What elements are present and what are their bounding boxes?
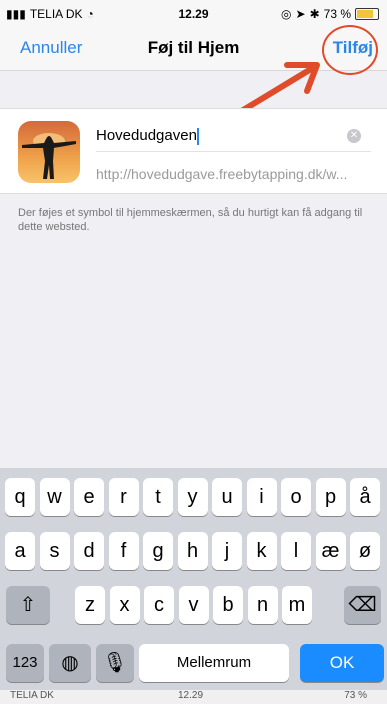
text-caret	[196, 127, 199, 145]
battery-fill	[357, 10, 374, 18]
key-m[interactable]: m	[282, 586, 312, 624]
key-j[interactable]: j	[212, 532, 242, 570]
info-text: Der føjes et symbol til hjemmeskærmen, s…	[18, 207, 363, 233]
key-a[interactable]: a	[5, 532, 35, 570]
title-input[interactable]: Hovedudgaven ✕	[96, 119, 371, 152]
key-b[interactable]: b	[213, 586, 243, 624]
globe-key[interactable]: ◍	[49, 644, 91, 682]
ok-key[interactable]: OK	[300, 644, 384, 682]
bottom-time: 12.29	[178, 690, 204, 701]
title-input-value: Hovedudgaven	[96, 127, 199, 145]
key-z[interactable]: z	[75, 586, 105, 624]
annotation-circle	[322, 25, 378, 75]
status-bar: ▮▮▮ TELIA DK ◔ 12.29 ◎ ➤ ✱ 73 %	[0, 0, 387, 28]
key-ø[interactable]: ø	[350, 532, 380, 570]
key-l[interactable]: l	[281, 532, 311, 570]
shift-key[interactable]: ⇧	[6, 586, 50, 624]
key-c[interactable]: c	[144, 586, 174, 624]
silhouette-image	[22, 133, 76, 179]
website-icon	[18, 121, 80, 183]
microphone-key[interactable]: 🎙	[96, 644, 134, 682]
space-key[interactable]: Mellemrum	[139, 644, 289, 682]
key-d[interactable]: d	[74, 532, 104, 570]
battery-percent: 73 %	[323, 7, 351, 21]
key-e[interactable]: e	[74, 478, 104, 516]
title-input-text: Hovedudgaven	[96, 127, 197, 144]
bookmark-card: Hovedudgaven ✕ http://hovedudgave.freeby…	[0, 108, 387, 194]
key-h[interactable]: h	[177, 532, 208, 570]
key-i[interactable]: i	[246, 478, 277, 516]
keyboard: ⇧ ⌫ 123 ◍ 🎙 Mellemrum OK qwertyuiopå asdf…	[0, 468, 387, 690]
clear-icon[interactable]: ✕	[347, 129, 361, 143]
alarm-icon: ◎	[281, 7, 292, 21]
bottom-carrier: TELIA DK	[10, 690, 54, 701]
key-k[interactable]: k	[246, 532, 277, 570]
key-g[interactable]: g	[143, 532, 173, 570]
key-u[interactable]: u	[212, 478, 242, 516]
key-w[interactable]: w	[39, 478, 70, 516]
key-s[interactable]: s	[39, 532, 70, 570]
battery-icon	[355, 8, 379, 20]
backspace-key[interactable]: ⌫	[344, 586, 381, 624]
key-t[interactable]: t	[143, 478, 173, 516]
location-icon: ➤	[295, 7, 306, 21]
url-label: http://hovedudgave.freebytapping.dk/w...	[96, 166, 348, 182]
key-q[interactable]: q	[5, 478, 35, 516]
key-o[interactable]: o	[281, 478, 311, 516]
status-right: ◎ ➤ ✱ 73 %	[281, 7, 379, 21]
key-r[interactable]: r	[108, 478, 139, 516]
key-æ[interactable]: æ	[315, 532, 346, 570]
key-n[interactable]: n	[247, 586, 278, 624]
key-y[interactable]: y	[177, 478, 208, 516]
key-f[interactable]: f	[108, 532, 139, 570]
bottom-battery: 73 %	[344, 690, 367, 701]
bluetooth-icon: ✱	[309, 7, 320, 21]
key-x[interactable]: x	[109, 586, 140, 624]
key-p[interactable]: p	[315, 478, 346, 516]
bottom-status-strip: TELIA DK 12.29 73 %	[0, 690, 387, 704]
key-v[interactable]: v	[178, 586, 209, 624]
numbers-key[interactable]: 123	[6, 644, 44, 682]
key-å[interactable]: å	[350, 478, 380, 516]
